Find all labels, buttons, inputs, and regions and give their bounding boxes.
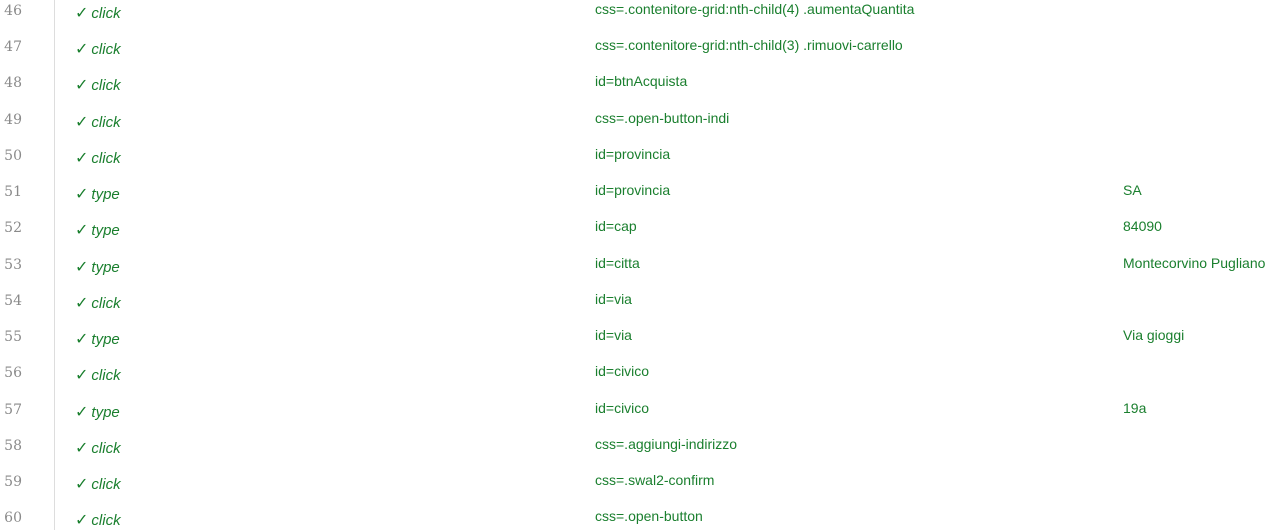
target-cell[interactable]: css=.open-button-indi <box>595 110 729 126</box>
table-row[interactable]: 53 ✓ type id=citta Montecorvino Pugliano <box>0 254 1282 290</box>
target-cell[interactable]: id=civico <box>595 363 649 379</box>
checkmark-icon: ✓ <box>75 440 89 457</box>
command-table: 46 ✓ click css=.contenitore-grid:nth-chil… <box>0 0 1282 530</box>
command-cell[interactable]: ✓ type <box>75 257 120 277</box>
command-cell[interactable]: ✓ click <box>75 510 121 530</box>
table-row[interactable]: 54 ✓ click id=via <box>0 290 1282 326</box>
command-label: click <box>91 476 121 493</box>
command-label: click <box>91 77 121 94</box>
command-label: click <box>91 5 121 22</box>
command-cell[interactable]: ✓ click <box>75 293 121 313</box>
line-number: 46 <box>4 3 22 19</box>
command-cell[interactable]: ✓ click <box>75 112 121 132</box>
line-number: 58 <box>4 438 22 454</box>
checkmark-icon: ✓ <box>75 222 89 239</box>
table-row[interactable]: 57 ✓ type id=civico 19a <box>0 399 1282 435</box>
table-row[interactable]: 50 ✓ click id=provincia <box>0 145 1282 181</box>
line-number: 49 <box>4 112 22 128</box>
command-label: click <box>91 295 121 312</box>
line-number: 48 <box>4 75 22 91</box>
target-cell[interactable]: css=.contenitore-grid:nth-child(3) .rimu… <box>595 37 903 53</box>
checkmark-icon: ✓ <box>75 476 89 493</box>
line-number: 57 <box>4 402 22 418</box>
line-number: 50 <box>4 148 22 164</box>
command-cell[interactable]: ✓ click <box>75 438 121 458</box>
target-cell[interactable]: css=.swal2-confirm <box>595 472 714 488</box>
command-cell[interactable]: ✓ click <box>75 365 121 385</box>
table-row[interactable]: 51 ✓ type id=provincia SA <box>0 181 1282 217</box>
checkmark-icon: ✓ <box>75 295 89 312</box>
table-row[interactable]: 49 ✓ click css=.open-button-indi <box>0 109 1282 145</box>
value-cell[interactable]: Montecorvino Pugliano <box>1123 255 1265 271</box>
table-row[interactable]: 47 ✓ click css=.contenitore-grid:nth-chil… <box>0 36 1282 72</box>
line-number: 51 <box>4 184 22 200</box>
command-cell[interactable]: ✓ click <box>75 39 121 59</box>
checkmark-icon: ✓ <box>75 331 89 348</box>
target-cell[interactable]: id=via <box>595 291 632 307</box>
command-label: click <box>91 367 121 384</box>
command-cell[interactable]: ✓ type <box>75 184 120 204</box>
command-label: click <box>91 440 121 457</box>
checkmark-icon: ✓ <box>75 5 89 22</box>
checkmark-icon: ✓ <box>75 512 89 529</box>
target-cell[interactable]: css=.open-button <box>595 508 703 524</box>
value-cell[interactable]: 19a <box>1123 400 1146 416</box>
table-row[interactable]: 52 ✓ type id=cap 84090 <box>0 217 1282 253</box>
table-row[interactable]: 58 ✓ click css=.aggiungi-indirizzo <box>0 435 1282 471</box>
table-row[interactable]: 56 ✓ click id=civico <box>0 362 1282 398</box>
checkmark-icon: ✓ <box>75 259 89 276</box>
value-cell[interactable]: 84090 <box>1123 218 1162 234</box>
command-cell[interactable]: ✓ type <box>75 220 120 240</box>
command-label: type <box>91 259 120 276</box>
checkmark-icon: ✓ <box>75 77 89 94</box>
table-row[interactable]: 59 ✓ click css=.swal2-confirm <box>0 471 1282 507</box>
checkmark-icon: ✓ <box>75 404 89 421</box>
target-cell[interactable]: css=.contenitore-grid:nth-child(4) .aume… <box>595 1 914 17</box>
target-cell[interactable]: id=cap <box>595 218 637 234</box>
target-cell[interactable]: css=.aggiungi-indirizzo <box>595 436 737 452</box>
table-row[interactable]: 60 ✓ click css=.open-button <box>0 507 1282 530</box>
line-number: 52 <box>4 220 22 236</box>
command-label: click <box>91 150 121 167</box>
target-cell[interactable]: id=via <box>595 327 632 343</box>
command-label: type <box>91 186 120 203</box>
value-cell[interactable]: SA <box>1123 182 1142 198</box>
line-number: 55 <box>4 329 22 345</box>
checkmark-icon: ✓ <box>75 367 89 384</box>
checkmark-icon: ✓ <box>75 41 89 58</box>
checkmark-icon: ✓ <box>75 150 89 167</box>
command-cell[interactable]: ✓ click <box>75 148 121 168</box>
command-cell[interactable]: ✓ click <box>75 474 121 494</box>
table-row[interactable]: 55 ✓ type id=via Via gioggi <box>0 326 1282 362</box>
checkmark-icon: ✓ <box>75 114 89 131</box>
command-cell[interactable]: ✓ click <box>75 75 121 95</box>
line-number: 54 <box>4 293 22 309</box>
command-label: click <box>91 114 121 131</box>
command-label: click <box>91 512 121 529</box>
target-cell[interactable]: id=btnAcquista <box>595 73 687 89</box>
value-cell[interactable]: Via gioggi <box>1123 327 1184 343</box>
command-cell[interactable]: ✓ click <box>75 3 121 23</box>
table-row[interactable]: 48 ✓ click id=btnAcquista <box>0 72 1282 108</box>
command-label: click <box>91 41 121 58</box>
line-number: 56 <box>4 365 22 381</box>
table-row[interactable]: 46 ✓ click css=.contenitore-grid:nth-chil… <box>0 0 1282 36</box>
target-cell[interactable]: id=civico <box>595 400 649 416</box>
command-label: type <box>91 331 120 348</box>
command-label: type <box>91 222 120 239</box>
command-cell[interactable]: ✓ type <box>75 329 120 349</box>
checkmark-icon: ✓ <box>75 186 89 203</box>
target-cell[interactable]: id=provincia <box>595 182 670 198</box>
target-cell[interactable]: id=citta <box>595 255 640 271</box>
command-label: type <box>91 404 120 421</box>
line-number: 60 <box>4 510 22 526</box>
target-cell[interactable]: id=provincia <box>595 146 670 162</box>
line-number: 59 <box>4 474 22 490</box>
line-number: 47 <box>4 39 22 55</box>
line-number: 53 <box>4 257 22 273</box>
command-cell[interactable]: ✓ type <box>75 402 120 422</box>
